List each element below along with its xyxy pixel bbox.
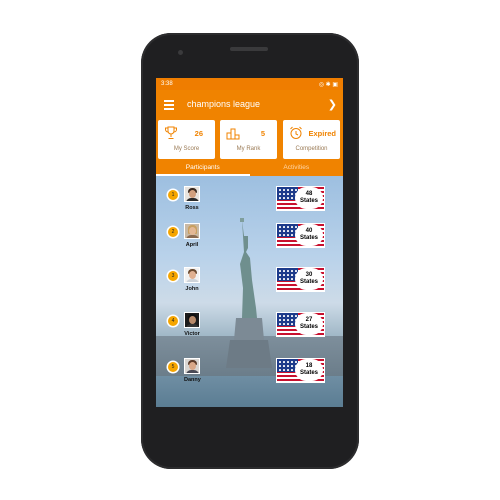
competition-value: Expired bbox=[308, 129, 336, 138]
page-title: champions league bbox=[187, 99, 261, 109]
podium-icon bbox=[226, 128, 240, 140]
app-bar: champions league ❯ bbox=[156, 90, 343, 122]
app-screen: 3:38 ◎ ✱ ▣ champions league ❯ 26 My Scor… bbox=[156, 78, 343, 407]
participant-name: April bbox=[185, 242, 199, 248]
states-count-bubble: 48 States bbox=[295, 187, 323, 209]
list-item[interactable]: 1 Ross 48 States bbox=[156, 186, 343, 226]
my-rank-value: 5 bbox=[260, 129, 265, 138]
alarm-clock-icon bbox=[290, 126, 302, 139]
rank-badge: 1 bbox=[168, 190, 178, 200]
states-count-bubble: 30 States bbox=[295, 268, 323, 290]
states-count: 48 bbox=[305, 191, 313, 197]
status-bar: 3:38 ◎ ✱ ▣ bbox=[156, 78, 343, 90]
avatar bbox=[184, 358, 200, 374]
states-count-bubble: 18 States bbox=[295, 359, 323, 381]
list-item[interactable]: 5 Danny 18 States bbox=[156, 358, 343, 398]
rank-badge: 5 bbox=[168, 362, 178, 372]
states-unit: States bbox=[299, 279, 318, 285]
participant-name: John bbox=[185, 286, 199, 292]
states-unit: States bbox=[299, 324, 318, 330]
tab-participants[interactable]: Participants bbox=[156, 161, 250, 176]
list-item[interactable]: 3 John 30 States bbox=[156, 267, 343, 307]
avatar bbox=[184, 312, 200, 328]
list-item[interactable]: 2 April 40 States bbox=[156, 223, 343, 263]
tab-activities[interactable]: Activities bbox=[250, 161, 344, 176]
participant-name: Victor bbox=[184, 331, 200, 337]
phone-speaker bbox=[230, 47, 268, 51]
phone-camera bbox=[178, 50, 183, 55]
status-time: 3:38 bbox=[161, 81, 173, 87]
tab-bar: Participants Activities bbox=[156, 161, 343, 176]
states-count-bubble: 27 States bbox=[295, 313, 323, 335]
chevron-right-icon[interactable]: ❯ bbox=[328, 98, 337, 111]
states-count: 40 bbox=[305, 228, 313, 234]
avatar bbox=[184, 223, 200, 239]
states-count-bubble: 40 States bbox=[295, 224, 323, 246]
states-count: 18 bbox=[305, 363, 313, 369]
list-item[interactable]: 4 Victor 27 States bbox=[156, 312, 343, 352]
states-count: 27 bbox=[305, 317, 313, 323]
status-icons: ◎ ✱ ▣ bbox=[318, 81, 338, 88]
my-score-label: My Score bbox=[173, 146, 200, 152]
rank-badge: 4 bbox=[168, 316, 178, 326]
menu-icon[interactable] bbox=[164, 100, 174, 110]
states-count: 30 bbox=[305, 272, 313, 278]
avatar bbox=[184, 186, 200, 202]
rank-badge: 3 bbox=[168, 271, 178, 281]
rank-badge: 2 bbox=[168, 227, 178, 237]
my-score-value: 26 bbox=[194, 129, 203, 138]
competition-label: Competition bbox=[295, 146, 328, 152]
my-rank-label: My Rank bbox=[236, 146, 261, 152]
participant-name: Ross bbox=[185, 205, 199, 211]
states-unit: States bbox=[299, 370, 318, 376]
states-unit: States bbox=[299, 198, 318, 204]
competition-card[interactable]: Expired Competition bbox=[283, 120, 340, 159]
my-score-card[interactable]: 26 My Score bbox=[158, 120, 215, 159]
states-unit: States bbox=[299, 235, 318, 241]
avatar bbox=[184, 267, 200, 283]
trophy-icon bbox=[165, 126, 177, 139]
my-rank-card[interactable]: 5 My Rank bbox=[220, 120, 277, 159]
participant-name: Danny bbox=[184, 377, 201, 383]
